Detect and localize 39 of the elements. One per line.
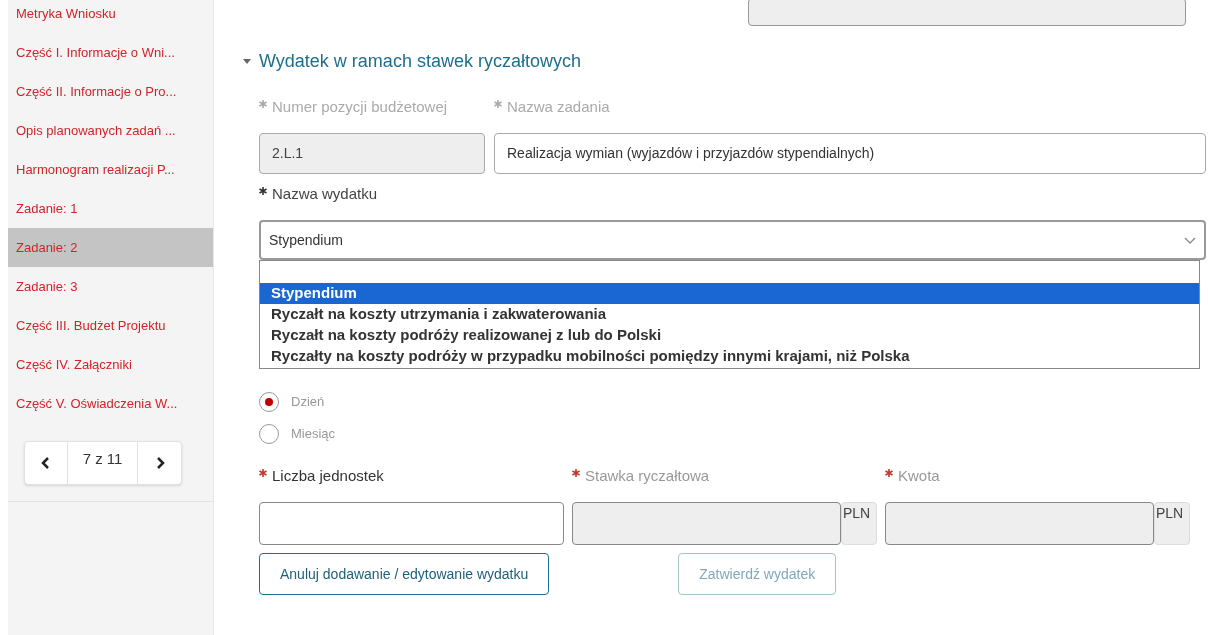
sidebar-item[interactable]: Zadanie: 3 <box>8 267 213 306</box>
sidebar-item[interactable]: Część I. Informacje o Wni... <box>8 33 213 72</box>
sidebar-item[interactable]: Zadanie: 2 <box>8 228 213 267</box>
amount-field[interactable] <box>259 502 564 545</box>
radio-label: Miesiąc <box>291 425 336 444</box>
field-label: Numer pozycji budżetowej <box>272 96 448 117</box>
sidebar-item[interactable]: Część III. Budżet Projektu <box>8 306 213 345</box>
field-label: Nazwa wydatku <box>272 183 378 204</box>
field-label: Kwota <box>898 465 940 486</box>
expense-select[interactable]: Stypendium <box>259 220 1206 260</box>
task-name-field[interactable]: Realizacja wymian (wyjazdów i przyjazdów stypendialnych) <box>494 133 1206 174</box>
budget-position-field[interactable]: 2.L.1 <box>259 133 485 174</box>
amount-field[interactable] <box>748 0 1186 26</box>
dropdown-option[interactable]: Stypendium <box>260 283 1199 304</box>
currency-addon: PLN <box>1154 502 1190 545</box>
sidebar-item[interactable]: Część II. Informacje o Pro... <box>8 72 213 111</box>
sidebar-item[interactable]: Metryka Wniosku <box>8 0 213 33</box>
field-label: Liczba jednostek <box>272 465 384 486</box>
chevron-left-icon <box>41 457 51 469</box>
sidebar-item[interactable]: Opis planowanych zadań ... <box>8 111 213 150</box>
sidebar-item[interactable]: Część IV. Załączniki <box>8 345 213 384</box>
sidebar-item[interactable]: Zadanie: 1 <box>8 189 213 228</box>
sidebar-item[interactable]: Część V. Oświadczenia W... <box>8 384 213 423</box>
sidebar-item[interactable]: Harmonogram realizacji P... <box>8 150 213 189</box>
section-title: Wydatek w ramach stawek ryczałtowych <box>259 50 581 73</box>
currency-addon: PLN <box>841 502 877 545</box>
caret-down-icon[interactable] <box>243 59 251 64</box>
dropdown-option[interactable]: Ryczałt na koszty utrzymania i zakwaterowania <box>260 304 1199 325</box>
dropdown-option[interactable]: Ryczałt na koszty podróży realizowanej z lub do Polski <box>260 325 1199 346</box>
chevron-down-icon <box>1184 236 1196 244</box>
radio-label: Dzień <box>291 393 325 412</box>
dropdown-option[interactable]: Ryczałty na koszty podróży w przypadku mobilności pomiędzy innymi krajami, niż Polska <box>260 346 1199 367</box>
cancel-button[interactable]: Anuluj dodawanie / edytowanie wydatku <box>259 553 550 595</box>
radio-button[interactable] <box>259 424 279 444</box>
chevron-right-icon <box>154 457 165 469</box>
page-indicator: 7 z 11 <box>68 442 138 484</box>
field-label: Stawka ryczałtowa <box>585 465 710 486</box>
field-label: Nazwa zadania <box>507 96 610 117</box>
radio-button[interactable] <box>259 392 279 412</box>
